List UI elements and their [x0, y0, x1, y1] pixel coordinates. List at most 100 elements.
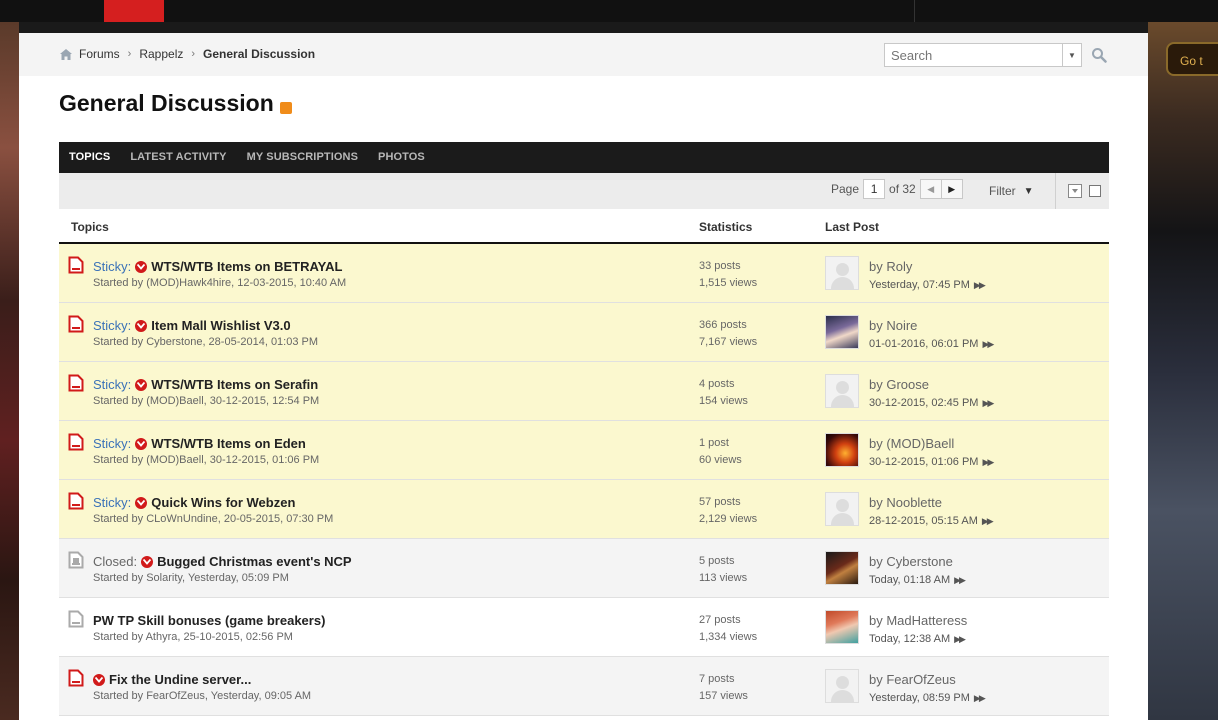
breadcrumb-rappelz[interactable]: Rappelz [139, 47, 183, 61]
go-to-first-unread-icon[interactable] [93, 673, 105, 686]
go-to-first-unread-icon[interactable] [135, 260, 148, 273]
view-count: 7,167 views [699, 336, 758, 348]
collapse-toggle-icon[interactable] [1068, 184, 1082, 198]
page-number-input[interactable] [863, 179, 886, 199]
chevron-right-icon: › [127, 48, 132, 60]
avatar[interactable] [825, 669, 859, 703]
topic-statistics: 1 post 60 views [699, 435, 742, 469]
last-post-author[interactable]: by Noire [869, 318, 917, 333]
avatar[interactable] [825, 315, 859, 349]
topic-statistics: 27 posts 1,334 views [699, 612, 757, 646]
filter-dropdown[interactable]: Filter ▼ [989, 184, 1034, 198]
topic-title-link[interactable]: PW TP Skill bonuses (game breakers) [93, 613, 325, 628]
breadcrumb-forums[interactable]: Forums [79, 47, 120, 61]
topic-prefix: Sticky: [93, 259, 132, 274]
last-post-time: 28-12-2015, 05:15 AM [869, 515, 978, 527]
home-icon[interactable] [59, 48, 73, 61]
go-to-last-post-icon[interactable]: ▶▶ [982, 339, 994, 350]
last-post-time-wrap: 28-12-2015, 05:15 AM ▶▶ [869, 515, 994, 527]
topic-title-link[interactable]: Bugged Christmas event's NCP [157, 554, 352, 569]
background-art-left [0, 22, 19, 720]
rss-icon[interactable] [279, 101, 292, 114]
topic-row[interactable]: Sticky: Quick Wins for Webzen Started by… [59, 480, 1109, 539]
caret-right-icon: ▶ [948, 183, 956, 194]
topic-title-link[interactable]: Fix the Undine server... [109, 672, 251, 687]
avatar[interactable] [825, 610, 859, 644]
breadcrumb-bar: Forums › Rappelz › General Discussion ▼ [19, 33, 1148, 76]
go-to-first-unread-icon[interactable] [141, 555, 154, 568]
go-to-first-unread-icon[interactable] [135, 378, 148, 391]
search-icon[interactable] [1091, 47, 1107, 63]
last-post-author[interactable]: by Roly [869, 259, 912, 274]
prev-page-button[interactable]: ◀ [919, 179, 942, 199]
go-to-first-unread-icon[interactable] [135, 319, 148, 332]
topic-row[interactable]: Sticky: Item Mall Wishlist V3.0 Started … [59, 303, 1109, 362]
topic-title-link[interactable]: Item Mall Wishlist V3.0 [151, 318, 290, 333]
topic-statistics: 33 posts 1,515 views [699, 258, 757, 292]
post-count: 27 posts [699, 614, 741, 626]
avatar[interactable] [825, 433, 859, 467]
topic-row[interactable]: Closed: Bugged Christmas event's NCP Sta… [59, 539, 1109, 598]
topic-row[interactable]: Fix the Undine server... Started by Fear… [59, 657, 1109, 716]
topic-row[interactable]: PW TP Skill bonuses (game breakers) Star… [59, 598, 1109, 657]
goto-button[interactable]: Go t [1166, 42, 1218, 76]
topic-unread-icon [68, 492, 84, 510]
topic-toolbar: Page of 32 ◀ ▶ Filter ▼ [59, 173, 1109, 209]
go-to-last-post-icon[interactable]: ▶▶ [974, 280, 986, 291]
topic-unread-icon [68, 433, 84, 451]
topic-row[interactable]: Sticky: WTS/WTB Items on BETRAYAL Starte… [59, 244, 1109, 303]
go-to-last-post-icon[interactable]: ▶▶ [982, 398, 994, 409]
last-post-author[interactable]: by Nooblette [869, 495, 942, 510]
forum-tabs: TOPICS LATEST ACTIVITY MY SUBSCRIPTIONS … [59, 142, 1109, 173]
avatar[interactable] [825, 374, 859, 408]
topic-table-header: Topics Statistics Last Post [59, 209, 1109, 244]
last-post-author[interactable]: by MadHatteress [869, 613, 967, 628]
avatar[interactable] [825, 551, 859, 585]
last-post-time-wrap: Today, 12:38 AM ▶▶ [869, 633, 966, 645]
go-to-last-post-icon[interactable]: ▶▶ [982, 516, 994, 527]
topic-started-by: Started by (MOD)Baell, 30-12-2015, 01:06… [93, 454, 320, 466]
search-input[interactable] [885, 44, 1067, 66]
topic-title-link[interactable]: WTS/WTB Items on BETRAYAL [151, 259, 342, 274]
search-options-dropdown[interactable]: ▼ [1062, 44, 1081, 66]
topic-title-link[interactable]: WTS/WTB Items on Serafin [151, 377, 318, 392]
topic-prefix: Sticky: [93, 436, 132, 451]
topic-started-by: Started by Solarity, Yesterday, 05:09 PM [93, 572, 289, 584]
topic-row[interactable]: Sticky: WTS/WTB Items on Serafin Started… [59, 362, 1109, 421]
go-to-last-post-icon[interactable]: ▶▶ [982, 457, 994, 468]
last-post-author[interactable]: by (MOD)Baell [869, 436, 954, 451]
go-to-first-unread-icon[interactable] [135, 496, 148, 509]
topic-started-by: Started by Athyra, 25-10-2015, 02:56 PM [93, 631, 293, 643]
topic-title-link[interactable]: Quick Wins for Webzen [151, 495, 295, 510]
topic-started-by: Started by (MOD)Hawk4hire, 12-03-2015, 1… [93, 277, 347, 289]
last-post-author[interactable]: by Groose [869, 377, 929, 392]
topic-unread-icon [68, 374, 84, 392]
post-count: 4 posts [699, 378, 735, 390]
tab-my-subscriptions[interactable]: MY SUBSCRIPTIONS [237, 142, 368, 173]
next-page-button[interactable]: ▶ [940, 179, 963, 199]
go-to-last-post-icon[interactable]: ▶▶ [954, 634, 966, 645]
topic-row[interactable]: Sticky: WTS/WTB Items on Eden Started by… [59, 421, 1109, 480]
caret-left-icon: ◀ [927, 183, 935, 194]
topic-prefix: Closed: [93, 554, 138, 569]
last-post-author[interactable]: by FearOfZeus [869, 672, 956, 687]
avatar[interactable] [825, 492, 859, 526]
chevron-right-icon: › [191, 48, 196, 60]
breadcrumb: Forums › Rappelz › General Discussion [59, 47, 315, 61]
tab-photos[interactable]: PHOTOS [368, 142, 435, 173]
post-count: 366 posts [699, 319, 747, 331]
page-title: General Discussion [59, 90, 274, 116]
go-to-last-post-icon[interactable]: ▶▶ [954, 575, 966, 586]
go-to-last-post-icon[interactable]: ▶▶ [974, 693, 986, 704]
last-post-author[interactable]: by Cyberstone [869, 554, 953, 569]
view-count: 2,129 views [699, 513, 758, 525]
go-to-first-unread-icon[interactable] [135, 437, 148, 450]
topic-title-link[interactable]: WTS/WTB Items on Eden [151, 436, 306, 451]
select-all-checkbox[interactable] [1089, 185, 1101, 197]
tab-latest-activity[interactable]: LATEST ACTIVITY [120, 142, 236, 173]
site-nav-active-tab[interactable] [104, 0, 164, 22]
avatar[interactable] [825, 256, 859, 290]
post-count: 33 posts [699, 260, 741, 272]
tab-topics[interactable]: TOPICS [59, 142, 120, 173]
last-post-time: 30-12-2015, 02:45 PM [869, 397, 979, 409]
